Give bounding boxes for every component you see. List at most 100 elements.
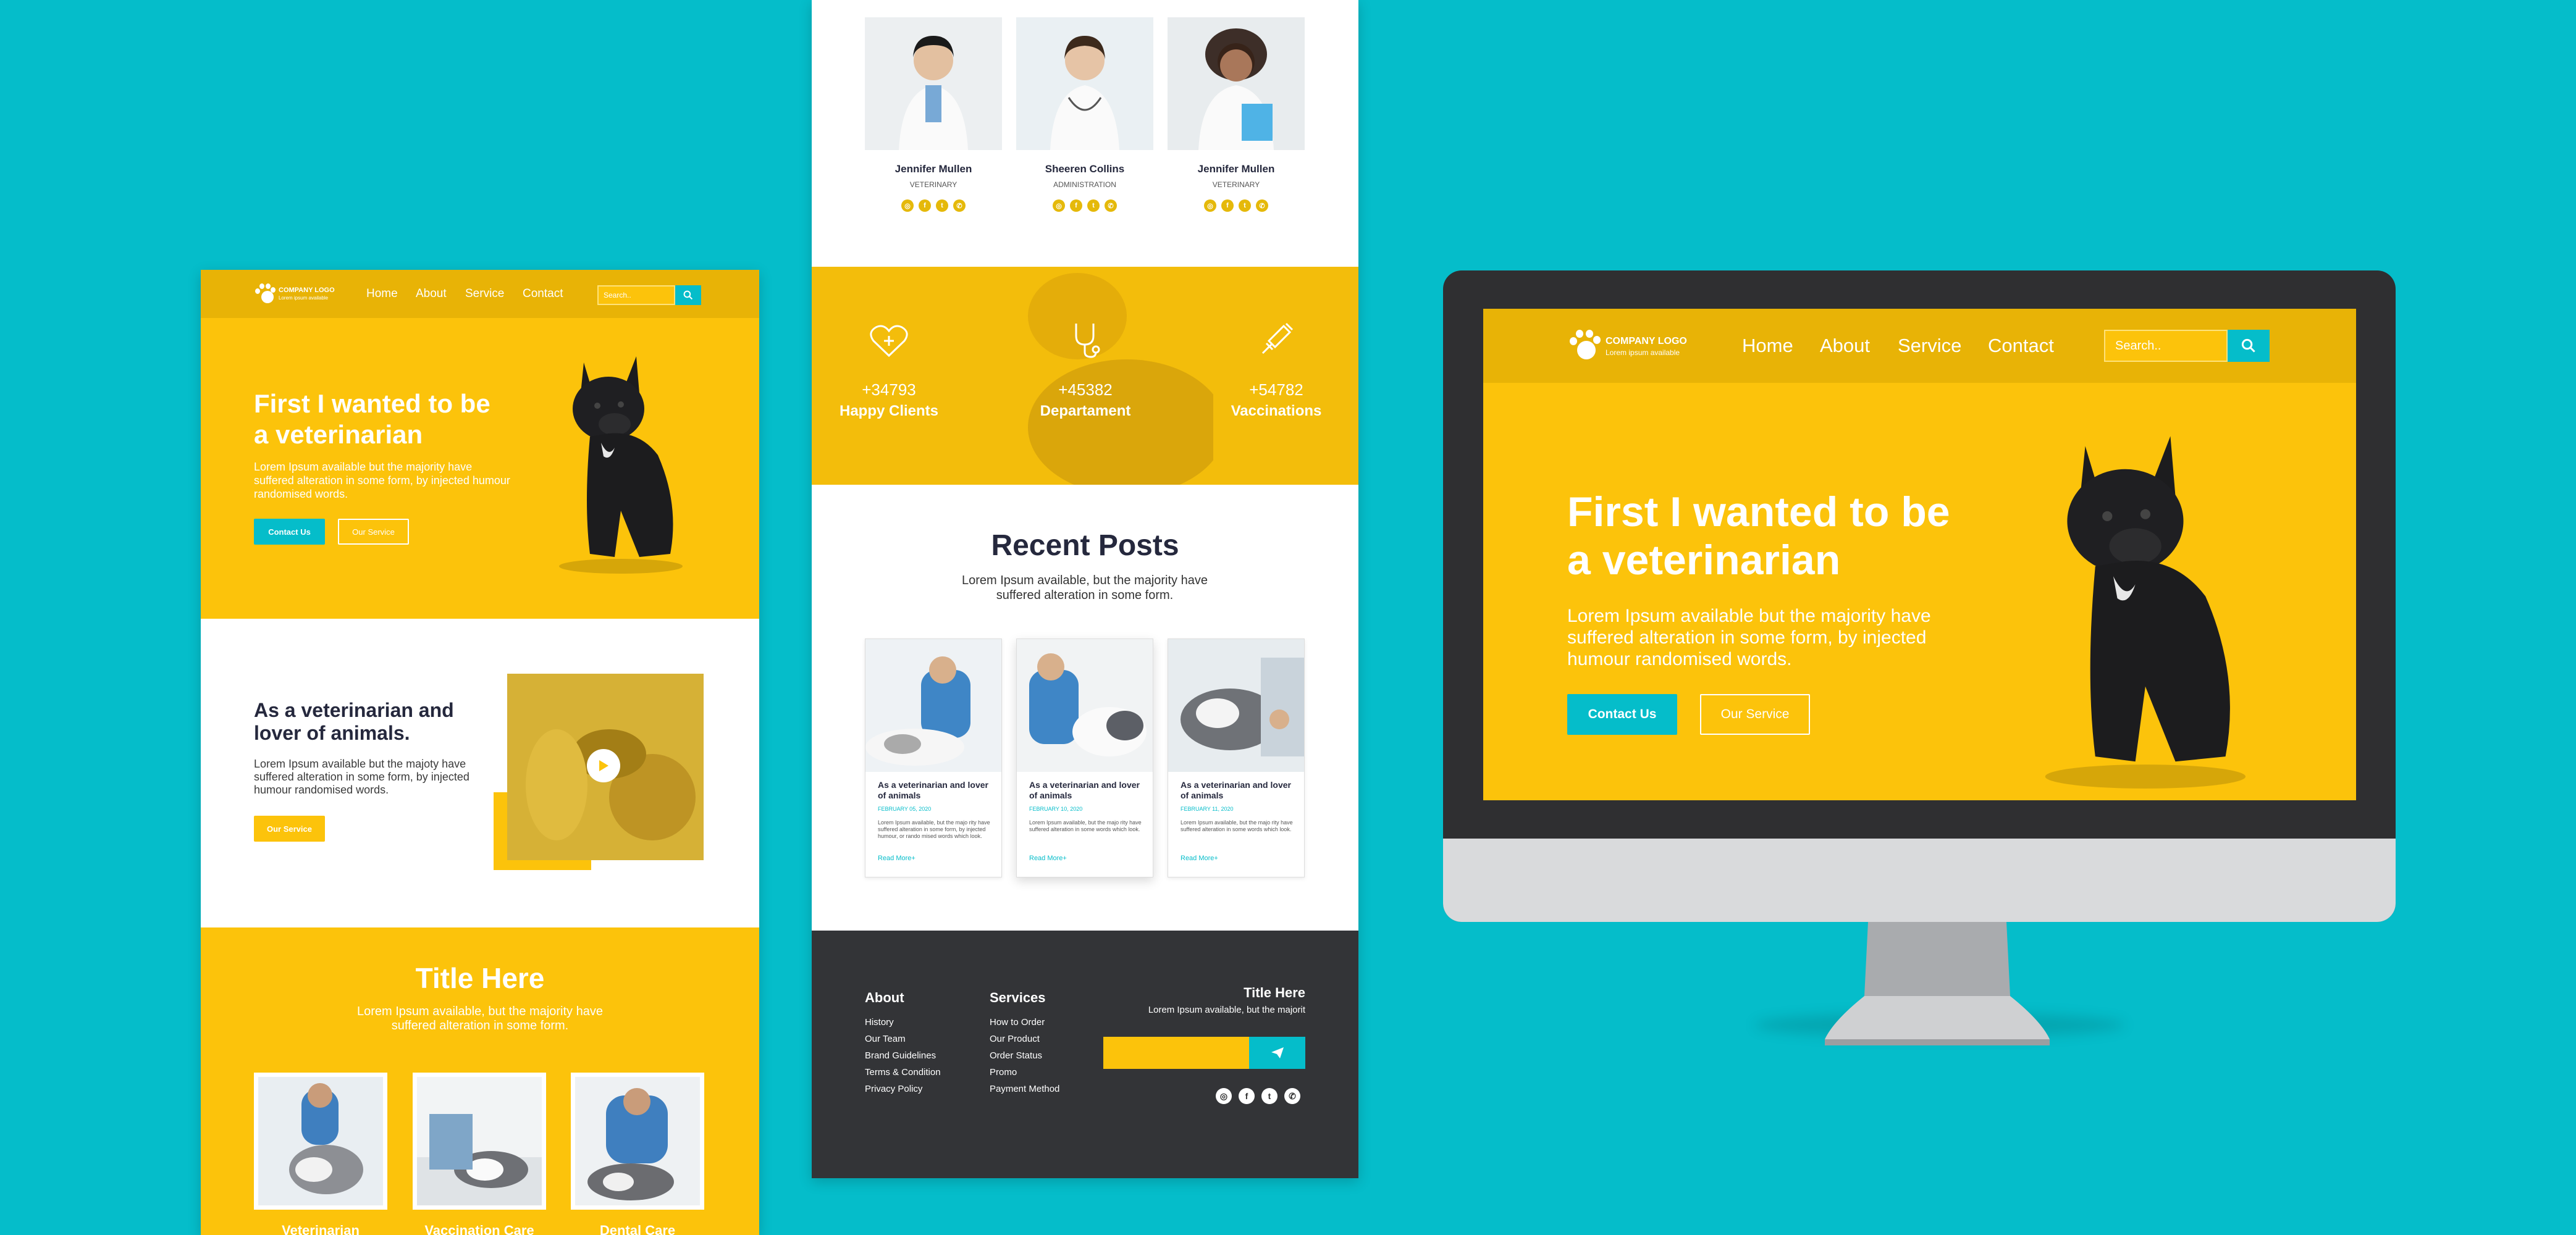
newsletter-heading: Title Here (1244, 985, 1305, 1000)
recent-posts-title: Recent Posts (991, 529, 1179, 562)
staff-social-links: ◎ f t ✆ (1168, 199, 1305, 212)
whatsapp-icon[interactable]: ✆ (1256, 199, 1268, 212)
whatsapp-icon[interactable]: ✆ (953, 199, 966, 212)
nav-about[interactable]: About (1820, 335, 1870, 357)
search-icon (683, 290, 693, 300)
footer-link[interactable]: Payment Method (990, 1084, 1059, 1094)
logo-text: COMPANY LOGO (1606, 336, 1687, 346)
desktop-screen: COMPANY LOGO Lorem ipsum available Home … (1483, 309, 2356, 800)
stats-section: +34793 +45382 +54782 Happy Clients Depar… (812, 267, 1358, 485)
monitor-stand (1825, 922, 2050, 1045)
footer-about-heading: About (865, 990, 904, 1005)
contact-us-button[interactable]: Contact Us (254, 519, 325, 545)
staff-role: VETERINARY (909, 180, 958, 189)
search-input[interactable]: Search.. (2104, 330, 2228, 362)
service-card-label: Dental Care (599, 1223, 676, 1235)
post-card[interactable]: As a veterinarian and lover of animals F… (1168, 638, 1305, 877)
footer-link[interactable]: Our Product (990, 1034, 1040, 1044)
top-nav: COMPANY LOGO Lorem ipsum available Home … (201, 270, 759, 318)
service-card-image[interactable] (413, 1073, 546, 1210)
services-description: Lorem Ipsum available, but the majority … (357, 1005, 603, 1032)
read-more-link[interactable]: Read More+ (1029, 855, 1067, 862)
french-bulldog-image (559, 356, 683, 574)
twitter-icon[interactable]: t (1087, 199, 1100, 212)
nav-about[interactable]: About (416, 287, 447, 301)
nav-contact[interactable]: Contact (1988, 335, 2054, 357)
post-image (865, 639, 1001, 772)
service-card-label: Vaccination Care (424, 1223, 534, 1235)
staff-name: Sheeren Collins (1045, 163, 1125, 175)
stat-value: +34793 (862, 380, 916, 399)
our-service-button[interactable]: Our Service (338, 519, 409, 545)
nav-home[interactable]: Home (1742, 335, 1793, 357)
twitter-icon[interactable]: t (1261, 1088, 1277, 1104)
facebook-icon[interactable]: f (1239, 1088, 1255, 1104)
service-card-image[interactable] (254, 1073, 387, 1210)
post-card[interactable]: As a veterinarian and lover of animals F… (1016, 638, 1153, 877)
post-excerpt: Lorem Ipsum available, but the majo rity… (1181, 819, 1293, 832)
whatsapp-icon[interactable]: ✆ (1284, 1088, 1300, 1104)
paw-logo-icon (253, 283, 277, 306)
post-image (1017, 639, 1153, 772)
facebook-icon[interactable]: f (1070, 199, 1082, 212)
recent-posts-description: Lorem Ipsum available, but the majority … (962, 574, 1208, 602)
play-button[interactable] (587, 749, 620, 782)
post-image (1168, 639, 1304, 772)
about-video-thumbnail[interactable] (507, 674, 704, 860)
search-button[interactable] (675, 285, 701, 305)
footer-link[interactable]: History (865, 1017, 894, 1028)
footer-social-links: ◎ f t ✆ (1216, 1088, 1300, 1104)
read-more-link[interactable]: Read More+ (878, 855, 915, 862)
our-service-button[interactable]: Our Service (1700, 694, 1810, 735)
newsletter-submit-button[interactable] (1249, 1037, 1305, 1069)
footer-link[interactable]: Promo (990, 1067, 1017, 1078)
background-vet-photo (1028, 273, 1213, 485)
hero-title: First I wanted to be a veterinarian (254, 389, 490, 449)
newsletter-description: Lorem Ipsum available, but the majorit (1148, 1005, 1305, 1015)
post-title[interactable]: As a veterinarian and lover of animals (878, 780, 995, 801)
staff-social-links: ◎ f t ✆ (1016, 199, 1153, 212)
instagram-icon[interactable]: ◎ (1204, 199, 1216, 212)
instagram-icon[interactable]: ◎ (901, 199, 914, 212)
contact-us-button[interactable]: Contact Us (1567, 694, 1677, 735)
twitter-icon[interactable]: t (936, 199, 948, 212)
twitter-icon[interactable]: t (1239, 199, 1251, 212)
send-icon (1271, 1047, 1284, 1058)
footer-link[interactable]: Our Team (865, 1034, 906, 1044)
about-title: As a veterinarian and lover of animals. (254, 699, 454, 744)
whatsapp-icon[interactable]: ✆ (1105, 199, 1117, 212)
facebook-icon[interactable]: f (1221, 199, 1234, 212)
post-card[interactable]: As a veterinarian and lover of animals F… (865, 638, 1002, 877)
footer-link[interactable]: Privacy Policy (865, 1084, 922, 1094)
footer-link[interactable]: Order Status (990, 1050, 1042, 1061)
nav-service[interactable]: Service (1898, 335, 1961, 357)
play-icon (599, 760, 608, 771)
staff-photo (1168, 17, 1305, 150)
about-service-button[interactable]: Our Service (254, 816, 325, 842)
instagram-icon[interactable]: ◎ (1053, 199, 1065, 212)
newsletter-email-input[interactable] (1103, 1037, 1249, 1069)
service-card-image[interactable] (571, 1073, 704, 1210)
post-title[interactable]: As a veterinarian and lover of animals (1181, 780, 1298, 801)
search-button[interactable] (2228, 330, 2270, 362)
footer-link[interactable]: Terms & Condition (865, 1067, 941, 1078)
post-excerpt: Lorem Ipsum available, but the majo rity… (1029, 819, 1142, 832)
landing-page-mobile-preview: COMPANY LOGO Lorem ipsum available Home … (201, 270, 759, 1235)
post-title[interactable]: As a veterinarian and lover of animals (1029, 780, 1147, 801)
services-title: Title Here (415, 962, 545, 994)
footer-link[interactable]: Brand Guidelines (865, 1050, 936, 1061)
facebook-icon[interactable]: f (919, 199, 931, 212)
nav-home[interactable]: Home (366, 287, 398, 301)
footer-services-heading: Services (990, 990, 1046, 1005)
heart-plus-icon (815, 324, 963, 358)
instagram-icon[interactable]: ◎ (1216, 1088, 1232, 1104)
search-input[interactable]: Search.. (597, 285, 675, 305)
staff-name: Jennifer Mullen (1197, 163, 1275, 175)
footer-link[interactable]: How to Order (990, 1017, 1045, 1028)
read-more-link[interactable]: Read More+ (1181, 855, 1218, 862)
stat-label: Happy Clients (839, 403, 939, 419)
nav-contact[interactable]: Contact (523, 287, 563, 301)
nav-service[interactable]: Service (465, 287, 504, 301)
post-date: FEBRUARY 10, 2020 (1029, 806, 1083, 812)
landing-page-tall-preview: Jennifer Mullen Sheeren Collins Jennifer… (812, 0, 1358, 1178)
